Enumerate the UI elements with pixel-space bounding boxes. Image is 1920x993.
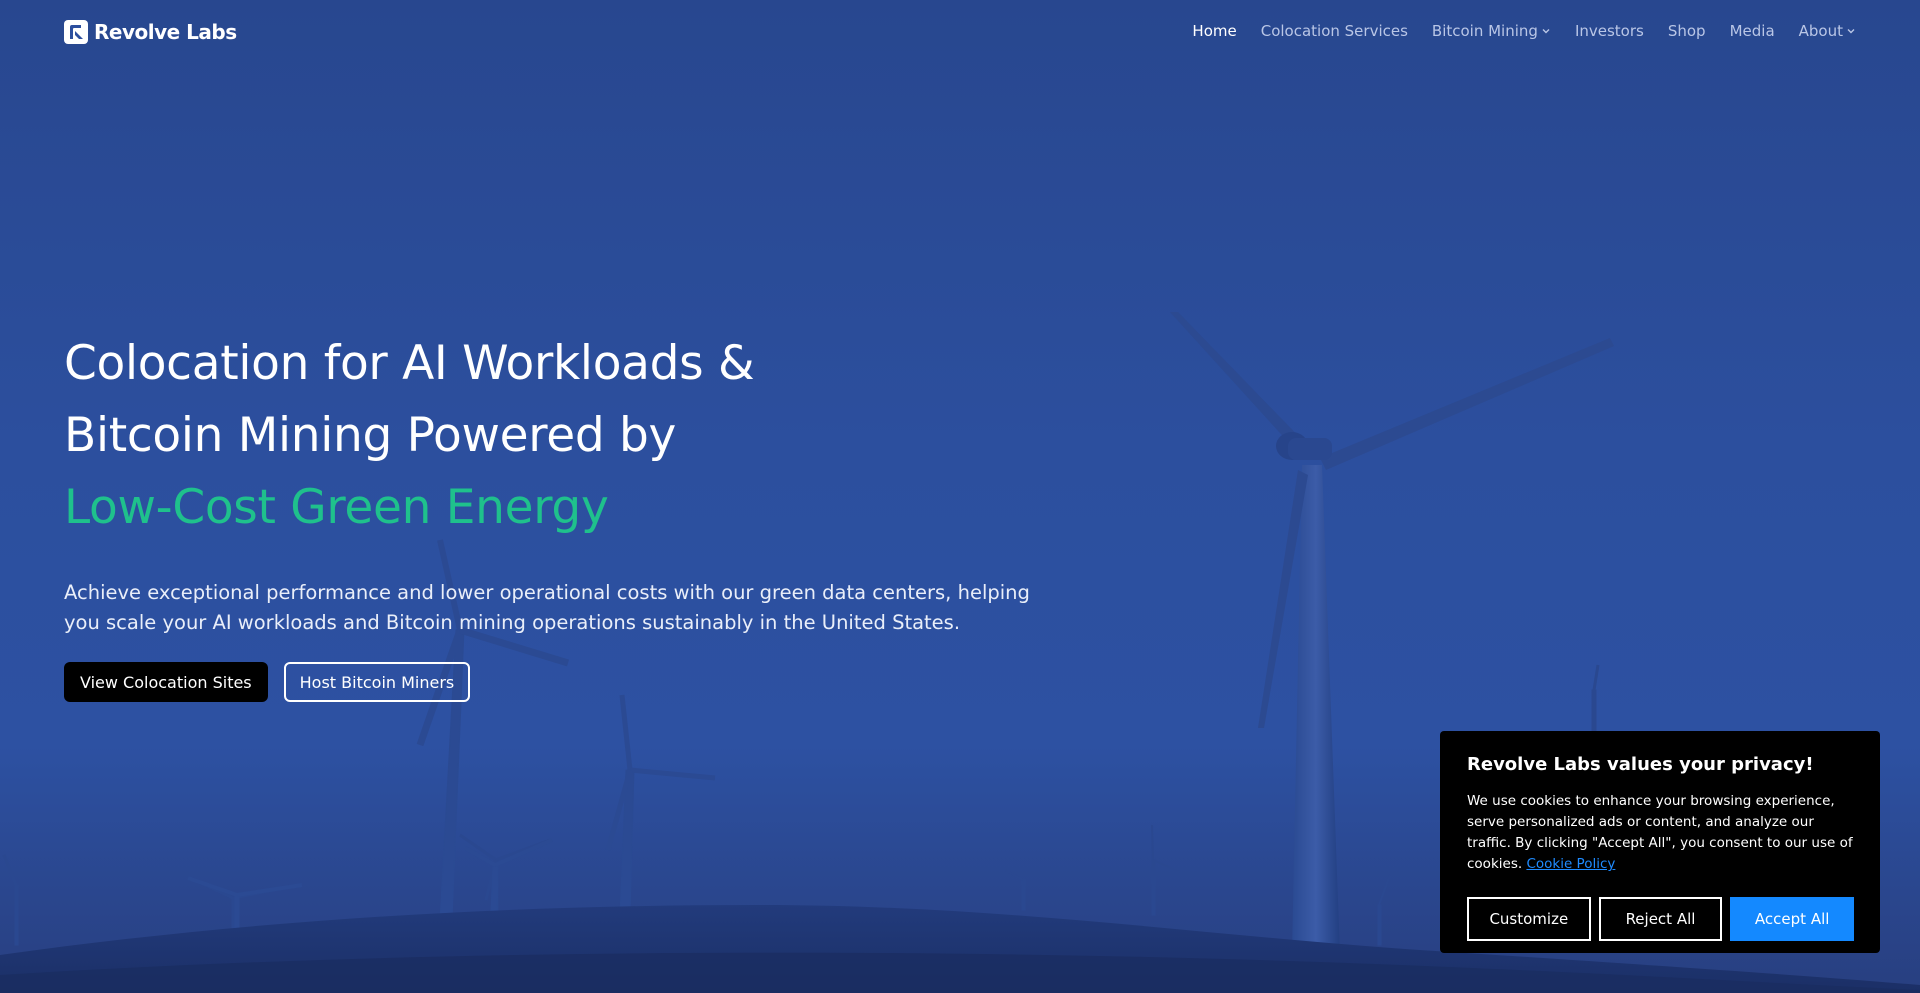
chevron-down-icon <box>1542 29 1550 34</box>
brand-logo[interactable]: Revolve Labs <box>64 20 237 44</box>
nav-media[interactable]: Media <box>1730 22 1775 40</box>
cookie-policy-link[interactable]: Cookie Policy <box>1526 856 1615 872</box>
hero-buttons: View Colocation Sites Host Bitcoin Miner… <box>64 662 1064 702</box>
page: Revolve Labs Home Colocation Services Bi… <box>0 0 1920 993</box>
nav-colocation-services[interactable]: Colocation Services <box>1261 22 1408 40</box>
nav-colocation-services-label: Colocation Services <box>1260 22 1408 40</box>
nav-about[interactable]: About <box>1799 22 1856 40</box>
chevron-down-icon <box>1847 29 1855 34</box>
accept-all-button[interactable]: Accept All <box>1730 897 1855 941</box>
main-nav: Home Colocation Services Bitcoin Mining … <box>1168 22 1856 40</box>
cookie-actions: Customize Reject All Accept All <box>1467 897 1855 941</box>
nav-home-label: Home <box>1192 22 1237 40</box>
nav-shop[interactable]: Shop <box>1668 22 1706 40</box>
site-header: Revolve Labs Home Colocation Services Bi… <box>0 0 1920 66</box>
cookie-title: Revolve Labs values your privacy! <box>1467 754 1814 775</box>
cookie-body: We use cookies to enhance your browsing … <box>1467 791 1854 875</box>
brand-name: Revolve Labs <box>94 20 237 44</box>
cookie-body-text: We use cookies to enhance your browsing … <box>1467 793 1853 872</box>
hero-title: Colocation for AI Workloads & Bitcoin Mi… <box>64 328 1064 544</box>
host-bitcoin-miners-button[interactable]: Host Bitcoin Miners <box>283 662 471 702</box>
nav-investors[interactable]: Investors <box>1575 22 1644 40</box>
revolve-labs-logo-icon <box>64 20 88 44</box>
reject-all-button[interactable]: Reject All <box>1598 897 1723 941</box>
hero-subtitle: Achieve exceptional performance and lowe… <box>64 581 1030 634</box>
nav-shop-label: Shop <box>1667 22 1706 40</box>
hero-title-line-2: Bitcoin Mining Powered by <box>64 408 677 463</box>
nav-bitcoin-mining-label: Bitcoin Mining <box>1431 22 1538 40</box>
nav-media-label: Media <box>1729 22 1775 40</box>
hero-title-accent: Low-Cost Green Energy <box>64 480 609 535</box>
hero-section: Colocation for AI Workloads & Bitcoin Mi… <box>64 328 1064 702</box>
customize-button[interactable]: Customize <box>1467 897 1591 941</box>
nav-bitcoin-mining[interactable]: Bitcoin Mining <box>1432 22 1551 40</box>
view-colocation-sites-button[interactable]: View Colocation Sites <box>64 662 268 702</box>
nav-home[interactable]: Home <box>1192 22 1236 40</box>
cookie-consent-banner: Revolve Labs values your privacy! We use… <box>1440 731 1880 953</box>
hero-title-line-1: Colocation for AI Workloads & <box>64 336 755 391</box>
nav-investors-label: Investors <box>1574 22 1644 40</box>
nav-about-label: About <box>1798 22 1843 40</box>
